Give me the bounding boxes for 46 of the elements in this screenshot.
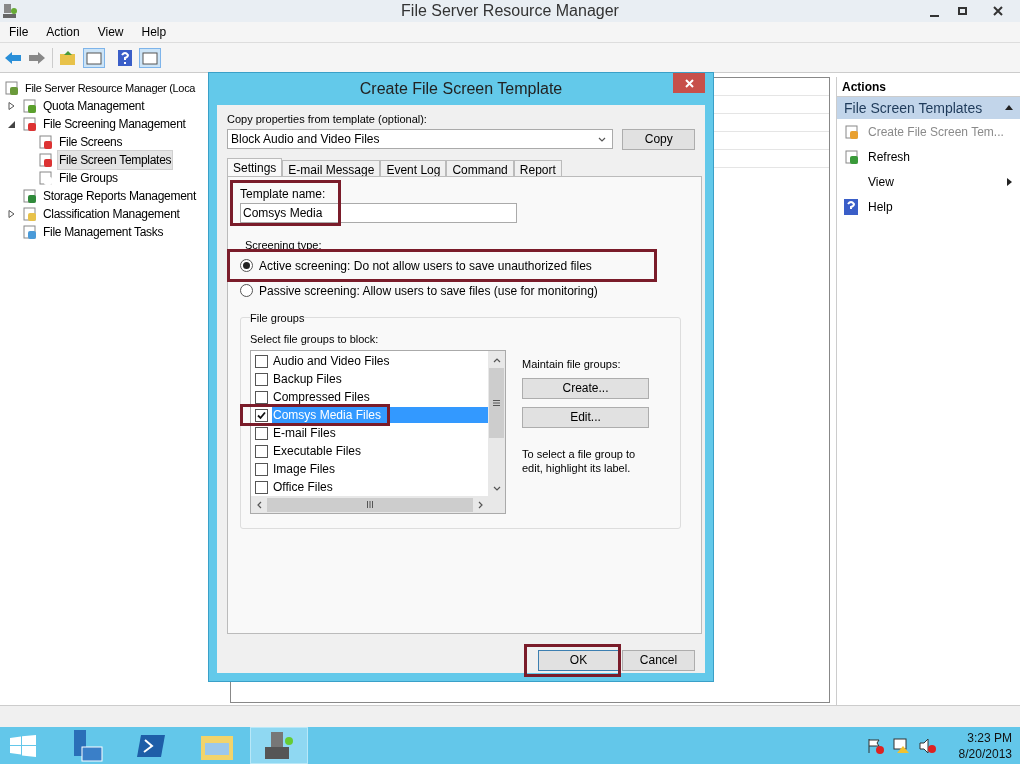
tree-item[interactable]: Storage Reports Management bbox=[41, 186, 198, 206]
radio-label: Active screening: Do not allow users to save unauthorized files bbox=[259, 257, 592, 275]
tree-item[interactable]: File Groups bbox=[57, 168, 120, 188]
menu-item[interactable]: View bbox=[88, 23, 133, 41]
template-name-label: Template name: bbox=[240, 185, 327, 203]
tree-item[interactable]: File Management Tasks bbox=[41, 222, 166, 242]
menu-item[interactable]: Help bbox=[132, 23, 176, 41]
edit-button[interactable]: Edit... bbox=[522, 406, 649, 428]
radio-label: Passive screening: Allow users to save files (use for monitoring) bbox=[259, 282, 598, 300]
tree-item[interactable]: File Screen Templates bbox=[57, 150, 174, 170]
window-title: File Server Resource Manager bbox=[400, 1, 620, 21]
tree-item[interactable]: File Server Resource Manager (Loca bbox=[23, 78, 198, 98]
file-group-item[interactable]: Image Files bbox=[272, 461, 488, 477]
file-group-item[interactable]: Backup Files bbox=[272, 371, 488, 387]
file-group-item[interactable]: Office Files bbox=[272, 479, 488, 495]
tree-item[interactable]: File Screens bbox=[57, 132, 125, 152]
file-group-item[interactable]: Executable Files bbox=[272, 443, 488, 459]
tree-item[interactable]: Quota Management bbox=[41, 96, 147, 116]
template-name-field[interactable]: Comsys Media bbox=[240, 202, 517, 223]
task-link[interactable]: Refresh bbox=[868, 147, 911, 166]
maintain-label: Maintain file groups: bbox=[522, 357, 622, 372]
copy-button[interactable]: Copy bbox=[622, 128, 695, 150]
task-link[interactable]: View bbox=[868, 172, 894, 191]
clock-date: 8/20/2013 bbox=[958, 745, 1012, 762]
menu-item[interactable]: Action bbox=[37, 23, 89, 41]
tree-item[interactable]: File Screening Management bbox=[41, 114, 188, 134]
template-dropdown[interactable]: Block Audio and Video Files bbox=[227, 128, 614, 149]
tab[interactable]: E-mail Message bbox=[282, 159, 381, 176]
dialog-title: Create File Screen Template bbox=[359, 79, 563, 99]
file-group-item[interactable]: Audio and Video Files bbox=[272, 353, 488, 369]
file-group-item[interactable]: Compressed Files bbox=[272, 389, 488, 405]
tab[interactable]: Settings bbox=[227, 157, 283, 176]
menu-item[interactable]: File bbox=[0, 23, 38, 41]
tab[interactable]: Report bbox=[513, 159, 562, 176]
ok-button[interactable]: OK bbox=[538, 649, 619, 671]
tree-item[interactable]: Classification Management bbox=[41, 204, 182, 224]
copy-label: Copy properties from template (optional): bbox=[227, 112, 428, 127]
hint-text: To select a file group to edit, highlight its label. bbox=[522, 446, 637, 475]
file-group-item[interactable]: E-mail Files bbox=[272, 425, 488, 441]
task-link[interactable]: Help bbox=[868, 197, 893, 216]
tab[interactable]: Command bbox=[446, 159, 514, 176]
select-label: Select file groups to block: bbox=[250, 331, 380, 347]
clock-time: 3:23 PM bbox=[967, 729, 1012, 746]
cancel-button[interactable]: Cancel bbox=[622, 649, 695, 671]
tab[interactable]: Event Log bbox=[380, 159, 447, 176]
create-button[interactable]: Create... bbox=[522, 377, 649, 399]
